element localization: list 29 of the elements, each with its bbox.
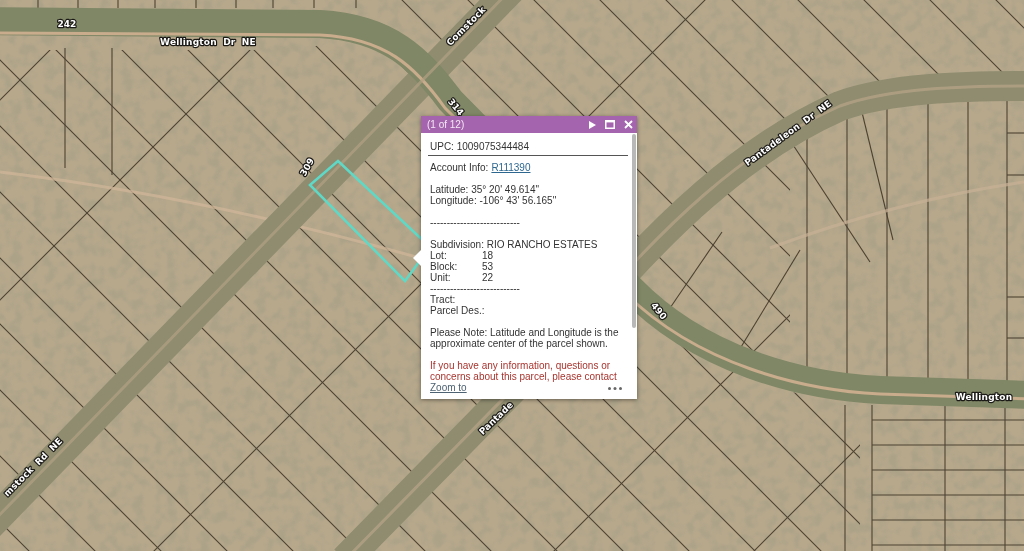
field-value: 22	[482, 272, 494, 283]
upc-heading: UPC: 1009075344484	[428, 141, 628, 156]
info-line: Subdivision: RIO RANCHO ESTATES	[430, 239, 599, 250]
field-label: Account Info:	[430, 162, 489, 173]
zoom-to-link[interactable]: Zoom to	[430, 382, 467, 394]
scrollbar[interactable]	[632, 134, 636, 328]
close-icon[interactable]	[624, 120, 633, 129]
info-line: Tract:	[430, 294, 457, 305]
info-line: Parcel Des.:	[430, 305, 486, 316]
field-value: 18	[482, 250, 494, 261]
info-line: Latitude: 35° 20' 49.614"	[430, 184, 540, 195]
info-line: Longitude: -106° 43' 56.165"	[430, 195, 558, 206]
play-icon[interactable]	[589, 120, 596, 129]
field-label: Unit:	[430, 272, 452, 283]
info-line: ---------------------------	[430, 283, 521, 294]
field-value: 53	[482, 261, 494, 272]
road-name-label: Wellington	[955, 392, 1013, 403]
info-line: ---------------------------	[430, 217, 521, 228]
account-link[interactable]: R111390	[491, 162, 531, 173]
field-label: Block:	[430, 261, 459, 272]
more-icon[interactable]	[608, 386, 622, 390]
note-paragraph: Please Note: Latitude and Longitude is the approximate center of the parcel shown.	[430, 327, 620, 349]
address-number-label: 490	[649, 300, 669, 322]
address-number-label: 242	[57, 19, 77, 30]
field-label: Lot:	[430, 250, 448, 261]
popup-title: (1 of 12)	[427, 118, 466, 131]
maximize-icon[interactable]	[605, 120, 615, 129]
road-name-label: Wellington Dr NE	[160, 37, 256, 48]
contact-paragraph: If you have any information, questions or concerns about this parcel, please contact	[430, 360, 618, 382]
